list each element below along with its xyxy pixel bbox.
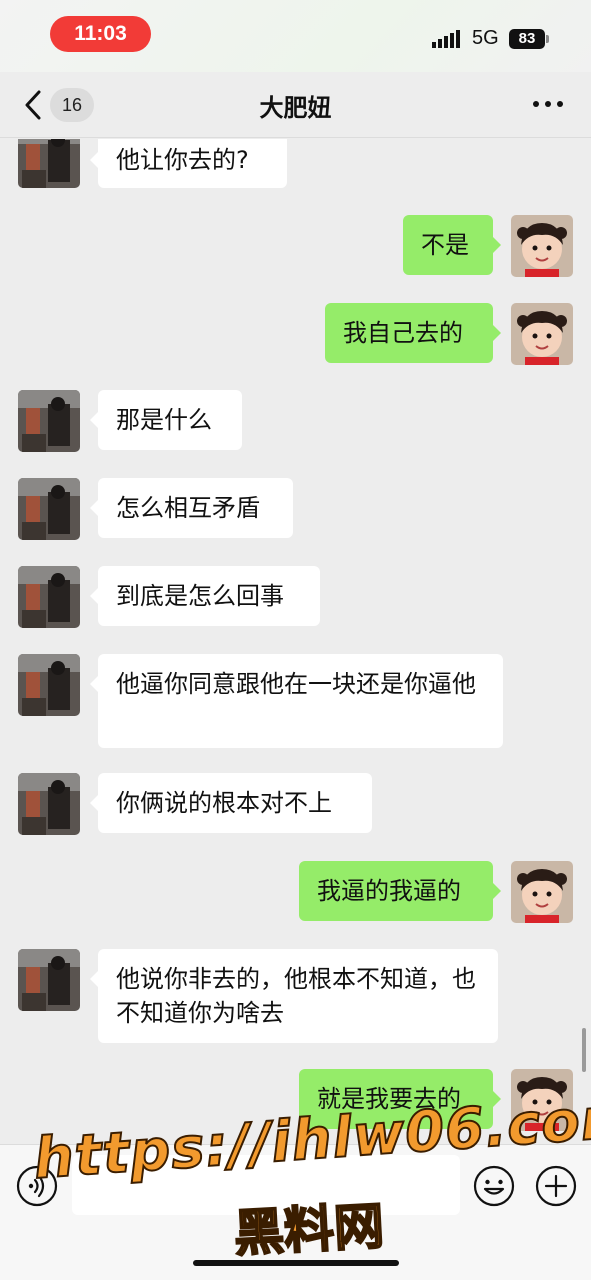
battery-icon: 83 [509, 29, 545, 49]
contact-avatar[interactable] [18, 654, 80, 716]
status-bar: 11:03 5G 83 [0, 0, 591, 72]
message-bubble-received[interactable]: 他让你去的? [90, 139, 287, 188]
chat-title: 大肥妞 [259, 94, 332, 122]
message-bubble-received[interactable]: 你俩说的根本对不上 [90, 773, 372, 833]
battery-tip [546, 35, 549, 43]
home-indicator[interactable] [193, 1260, 399, 1266]
plus-circle-icon[interactable] [535, 1165, 577, 1207]
message-list[interactable]: 他让你去的? 不是 我自己去的 那是什么 怎么相互矛盾 到底是怎么回事 他逼你同… [0, 139, 591, 1144]
contact-avatar[interactable] [18, 949, 80, 1011]
self-avatar[interactable] [511, 303, 573, 365]
message-bubble-sent[interactable]: 我自己去的 [325, 303, 501, 363]
contact-avatar[interactable] [18, 566, 80, 628]
message-bubble-sent[interactable]: 不是 [403, 215, 501, 275]
network-label: 5G [472, 27, 499, 49]
message-bubble-received[interactable]: 他说你非去的，他根本不知道，也不知道你为啥去 [90, 949, 498, 1043]
scrollbar-thumb[interactable] [582, 1028, 586, 1072]
message-bubble-received[interactable]: 到底是怎么回事 [90, 566, 320, 626]
message-bubble-received[interactable]: 怎么相互矛盾 [90, 478, 293, 538]
message-bubble-received[interactable]: 他逼你同意跟他在一块还是你逼他 [90, 654, 503, 748]
more-dots-icon[interactable] [530, 92, 566, 116]
message-bubble-sent[interactable]: 我逼的我逼的 [299, 861, 501, 921]
status-time: 11:03 [50, 16, 151, 52]
self-avatar[interactable] [511, 215, 573, 277]
chat-header: 16 大肥妞 [0, 72, 591, 138]
contact-avatar[interactable] [18, 478, 80, 540]
contact-avatar[interactable] [18, 139, 80, 188]
contact-avatar[interactable] [18, 773, 80, 835]
signal-icon [432, 30, 460, 48]
emoji-icon[interactable] [473, 1165, 515, 1207]
message-bubble-received[interactable]: 那是什么 [90, 390, 242, 450]
self-avatar[interactable] [511, 861, 573, 923]
watermark-brand: 黑料网 [232, 1196, 387, 1264]
contact-avatar[interactable] [18, 390, 80, 452]
